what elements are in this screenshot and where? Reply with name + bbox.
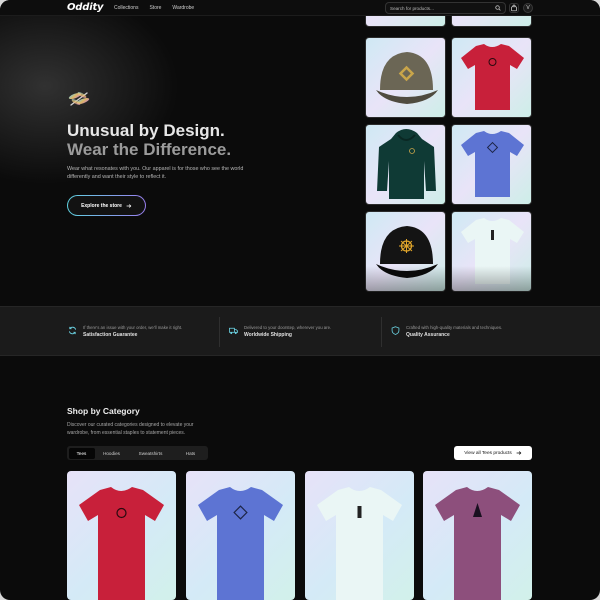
tab-sweatshirts[interactable]: Sweatshirts <box>129 448 173 459</box>
product-card-white-tee[interactable] <box>305 471 414 600</box>
product-card-purple-tee[interactable] <box>423 471 532 600</box>
view-all-label: View all Tees products <box>464 450 512 456</box>
feature-caption: Delivered to your doorstep, wherever you… <box>244 325 332 330</box>
category-description: Discover our curated categories designed… <box>67 422 194 436</box>
dragonfly-logo-icon <box>68 92 90 106</box>
explore-store-label: Explore the store <box>81 202 122 209</box>
features-bar: If there's an issue with your order, we'… <box>0 306 600 356</box>
nav-link-store[interactable]: Store <box>149 5 161 11</box>
search-box <box>385 2 506 14</box>
tab-hats[interactable]: Hats <box>175 448 207 459</box>
feature-caption: Crafted with high-quality materials and … <box>406 325 503 330</box>
tab-tees[interactable]: Tees <box>68 447 95 459</box>
nav-link-collections[interactable]: Collections <box>114 5 138 11</box>
feature-title: Satisfaction Guarantee <box>83 332 138 338</box>
hero-title-line2: Wear the Difference. <box>67 140 232 159</box>
tshirt-image <box>435 487 520 600</box>
logo[interactable]: Oddity <box>67 2 104 13</box>
arrow-right-icon <box>516 451 522 455</box>
truck-icon <box>229 327 238 335</box>
product-card-blue-tee[interactable] <box>186 471 295 600</box>
page: Oddity Collections Store Wardrobe V Unus… <box>0 0 600 600</box>
product-tile-green-hoodie[interactable] <box>365 124 446 205</box>
tshirt-image <box>461 44 524 110</box>
divider <box>219 317 220 347</box>
hero-section: Unusual by Design. Wear the Difference. … <box>0 16 600 306</box>
view-all-tees-button[interactable]: View all Tees products <box>454 446 532 460</box>
category-title: Shop by Category <box>67 406 140 416</box>
tshirt-image <box>317 487 402 600</box>
tshirt-image <box>79 487 164 600</box>
hero-title-line1: Unusual by Design. <box>67 121 225 140</box>
arrow-right-icon <box>126 203 132 208</box>
feature-caption: If there's an issue with your order, we'… <box>83 325 183 330</box>
hero-title: Unusual by Design. Wear the Difference. <box>67 121 231 159</box>
tab-hoodies[interactable]: Hoodies <box>97 448 127 459</box>
product-tile-partial-right[interactable] <box>451 16 532 27</box>
product-tile-olive-cap[interactable] <box>365 37 446 118</box>
shield-icon <box>391 326 400 335</box>
top-nav: Oddity Collections Store Wardrobe V <box>0 0 600 16</box>
tshirt-image <box>461 131 524 197</box>
category-tabs: Tees Hoodies Sweatshirts Hats <box>67 446 208 460</box>
shopping-bag-icon <box>511 4 517 12</box>
tshirt-image <box>198 487 283 600</box>
cart-button[interactable] <box>509 3 519 13</box>
product-tile-partial-left[interactable] <box>365 16 446 27</box>
tiles-fade-overlay <box>360 266 540 306</box>
feature-title: Worldwide Shipping <box>244 332 292 338</box>
refresh-icon <box>68 326 77 335</box>
avatar[interactable]: V <box>523 3 533 13</box>
search-icon[interactable] <box>495 5 501 11</box>
hoodie-image <box>377 129 436 199</box>
divider <box>381 317 382 347</box>
product-tile-red-tee[interactable] <box>451 37 532 118</box>
search-input[interactable] <box>390 4 490 13</box>
explore-store-button[interactable]: Explore the store <box>67 195 146 216</box>
product-card-red-tee[interactable] <box>67 471 176 600</box>
feature-title: Quality Assurance <box>406 332 450 338</box>
product-tile-blue-tee[interactable] <box>451 124 532 205</box>
cap-image <box>376 52 438 104</box>
nav-links: Collections Store Wardrobe <box>114 5 194 11</box>
nav-link-wardrobe[interactable]: Wardrobe <box>172 5 194 11</box>
hero-description: Wear what resonates with you. Our appare… <box>67 166 244 180</box>
